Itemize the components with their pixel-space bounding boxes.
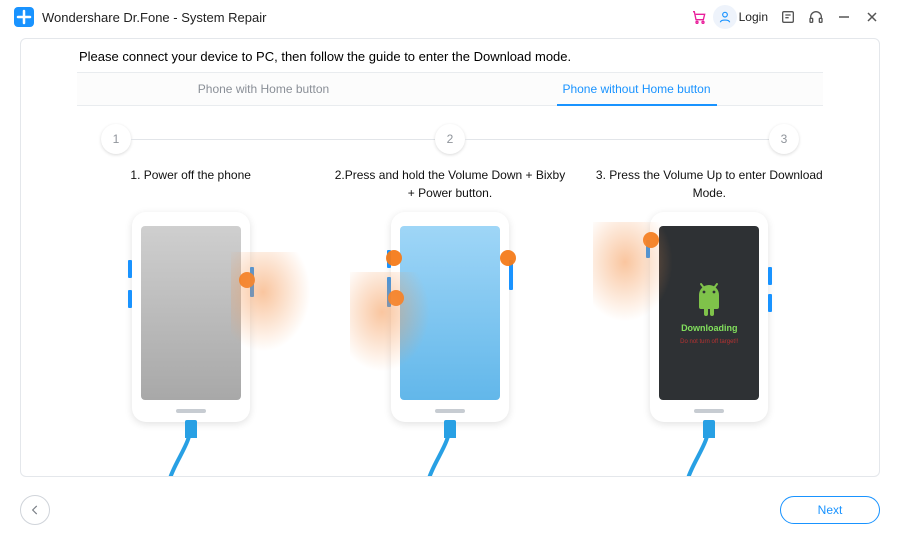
app-logo-icon	[14, 7, 34, 27]
cable-icon	[161, 406, 221, 477]
step-captions: 1. Power off the phone 2.Press and hold …	[61, 166, 839, 202]
tabs: Phone with Home button Phone without Hom…	[77, 72, 823, 106]
support-icon[interactable]	[802, 3, 830, 31]
tab-label: Phone without Home button	[562, 82, 710, 96]
main-panel: Please connect your device to PC, then f…	[20, 38, 880, 477]
phone-illustrations: Downloading Do not turn off target!!	[61, 212, 839, 422]
cart-icon[interactable]	[685, 3, 713, 31]
account-icon[interactable]	[713, 5, 737, 29]
minimize-button[interactable]	[830, 3, 858, 31]
phone-screen-boot	[400, 226, 500, 400]
step-indicator: 1 2 3	[101, 124, 799, 154]
step-circle-3: 3	[769, 124, 799, 154]
phone-step-3: Downloading Do not turn off target!!	[589, 212, 829, 422]
tab-no-home-button[interactable]: Phone without Home button	[450, 73, 823, 105]
step-circle-2: 2	[435, 124, 465, 154]
finger-press-icon	[386, 250, 402, 266]
back-button[interactable]	[20, 495, 50, 525]
step-caption-3: 3. Press the Volume Up to enter Download…	[580, 166, 839, 202]
cable-icon	[420, 406, 480, 477]
download-status: Downloading	[681, 323, 738, 333]
step-caption-2: 2.Press and hold the Volume Down + Bixby…	[320, 166, 579, 202]
step-circle-1: 1	[101, 124, 131, 154]
download-warning: Do not turn off target!!	[680, 339, 738, 345]
android-icon	[693, 281, 725, 317]
title-bar: Wondershare Dr.Fone - System Repair Logi…	[0, 0, 900, 34]
instruction-text: Please connect your device to PC, then f…	[21, 39, 879, 72]
cable-icon	[679, 406, 739, 477]
tab-home-button[interactable]: Phone with Home button	[77, 73, 450, 105]
feedback-icon[interactable]	[774, 3, 802, 31]
phone-screen-off	[141, 226, 241, 400]
finger-press-icon	[500, 250, 516, 266]
login-link[interactable]: Login	[739, 10, 768, 24]
next-button[interactable]: Next	[780, 496, 880, 524]
tab-label: Phone with Home button	[198, 82, 329, 96]
finger-press-icon	[239, 272, 255, 288]
close-button[interactable]	[858, 3, 886, 31]
finger-press-icon	[388, 290, 404, 306]
step-caption-1: 1. Power off the phone	[61, 166, 320, 202]
phone-step-2	[330, 212, 570, 422]
app-title: Wondershare Dr.Fone - System Repair	[42, 10, 266, 25]
phone-step-1	[71, 212, 311, 422]
next-button-label: Next	[818, 503, 843, 517]
phone-screen-download-mode: Downloading Do not turn off target!!	[659, 226, 759, 400]
footer-bar: Next	[0, 487, 900, 533]
